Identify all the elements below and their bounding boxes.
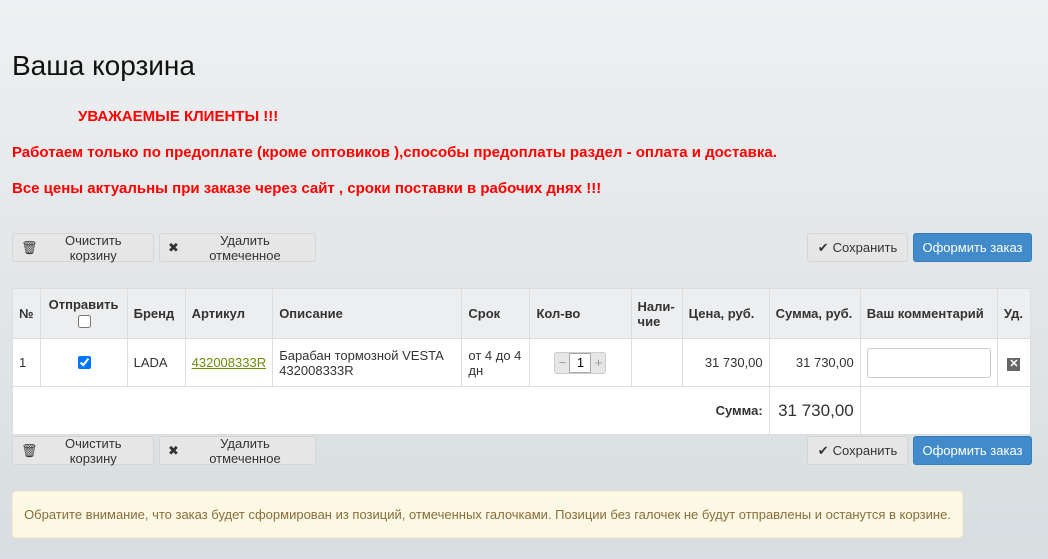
col-send: Отправить [39, 288, 128, 339]
quantity-stepper[interactable]: −+ [554, 351, 607, 374]
trash-icon: 🗑 [21, 442, 38, 458]
total-value: 31 730,00 [768, 386, 861, 435]
col-comment: Ваш комментарий [859, 288, 998, 339]
comment-input[interactable] [866, 347, 991, 378]
col-article: Артикул [184, 288, 274, 339]
clear-cart-button[interactable]: 🗑 Очистить корзину [12, 233, 154, 263]
send-checkbox[interactable] [77, 356, 91, 369]
clear-cart-button-bottom[interactable]: 🗑 Очистить корзину [12, 436, 154, 466]
cart-table: № Отправить Бренд Артикул Описание Срок … [12, 288, 1032, 435]
check-icon: ✔ [817, 239, 829, 255]
notice-heading: УВАЖАЕМЫЕ КЛИЕНТЫ !!! [78, 108, 279, 125]
checkout-button-bottom[interactable]: Оформить заказ [913, 436, 1032, 465]
col-qty: Кол-во [529, 288, 632, 339]
save-button-bottom[interactable]: ✔ Сохранить [807, 436, 908, 465]
trash-icon: 🗑 [21, 239, 38, 255]
col-brand: Бренд [126, 288, 186, 339]
quantity-input[interactable] [569, 352, 592, 373]
x-icon: ✖ [168, 442, 179, 458]
checkout-button[interactable]: Оформить заказ [913, 233, 1032, 262]
col-price: Цена, руб. [681, 288, 770, 339]
total-row: Сумма: 31 730,00 [12, 386, 1032, 435]
save-button[interactable]: ✔ Сохранить [807, 233, 908, 262]
notice-prepayment: Работаем только по предоплате (кроме опт… [12, 144, 777, 161]
delete-row-icon[interactable]: ✕ [1007, 357, 1021, 371]
article-link[interactable]: 432008333R [192, 355, 266, 370]
delete-selected-button[interactable]: ✖ Удалить отмеченное [159, 233, 316, 263]
total-label: Сумма: [12, 386, 770, 435]
col-description: Описание [272, 288, 463, 339]
notice-prices: Все цены актуальны при заказе через сайт… [12, 180, 602, 197]
col-term: Срок [461, 288, 531, 339]
col-sum: Сумма, руб. [768, 288, 861, 339]
col-availability: Нали-чие [630, 288, 683, 339]
page-title: Ваша корзина [12, 50, 195, 81]
x-icon: ✖ [168, 239, 179, 255]
plus-button[interactable]: + [591, 355, 605, 370]
col-number: № [12, 288, 41, 339]
delete-selected-button-bottom[interactable]: ✖ Удалить отмеченное [159, 436, 316, 466]
col-delete: Уд. [996, 288, 1032, 339]
table-row: 1 LADA 432008333R Барабан тормозной VEST… [12, 338, 1032, 387]
select-all-checkbox[interactable] [77, 314, 91, 328]
minus-button[interactable]: − [555, 355, 569, 370]
check-icon: ✔ [817, 442, 829, 458]
table-header: № Отправить Бренд Артикул Описание Срок … [12, 288, 1032, 339]
footer-notice: Обратите внимание, что заказ будет сформ… [12, 491, 963, 538]
